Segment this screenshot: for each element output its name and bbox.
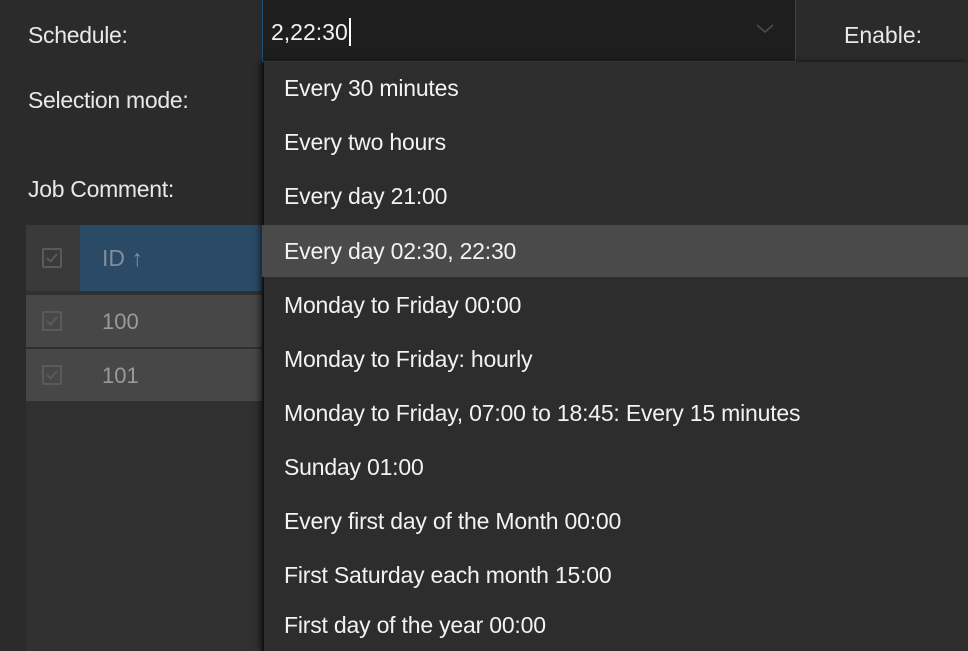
column-header-id[interactable]: ID ↑ [80,225,266,291]
checkbox-checked-icon[interactable] [42,248,62,268]
table-row[interactable]: 100 [26,295,266,347]
schedule-combobox[interactable]: 2,22:30 [262,0,796,62]
dropdown-option[interactable]: Monday to Friday: hourly [262,333,968,385]
schedule-input-value: 2,22:30 [271,18,348,45]
dropdown-option[interactable]: First day of the year 00:00 [262,599,968,651]
dropdown-option[interactable]: Every 30 minutes [262,62,968,114]
job-comment-label: Job Comment: [28,176,174,202]
selection-mode-label: Selection mode: [28,87,189,113]
row-id: 101 [102,363,139,388]
enable-label: Enable: [844,22,923,48]
text-caret [348,18,351,46]
column-header-id-label: ID ↑ [102,245,143,271]
select-all-cell[interactable] [26,225,80,291]
checkbox-checked-icon[interactable] [42,365,62,385]
dropdown-option[interactable]: Monday to Friday, 07:00 to 18:45: Every … [262,387,968,439]
schedule-input[interactable]: 2,22:30 [271,18,351,46]
schedule-job-dialog: Schedule: Selection mode: Job Comment: 2… [0,0,968,651]
table-row[interactable]: 101 [26,349,266,401]
dropdown-option[interactable]: Every first day of the Month 00:00 [262,495,968,547]
checkbox-checked-icon[interactable] [42,311,62,331]
dropdown-option[interactable]: First Saturday each month 15:00 [262,549,968,601]
dropdown-option[interactable]: Monday to Friday 00:00 [262,279,968,331]
dropdown-option[interactable]: Every two hours [262,116,968,168]
row-id: 100 [102,309,139,334]
table-header: ID ↑ [26,225,266,291]
schedule-dropdown-list: Every 30 minutes Every two hours Every d… [262,62,968,651]
dropdown-option-selected[interactable]: Every day 02:30, 22:30 [262,225,968,277]
dropdown-option[interactable]: Sunday 01:00 [262,441,968,493]
jobs-table: ID ↑ 100 101 [26,225,266,651]
dropdown-option[interactable]: Every day 21:00 [262,170,968,222]
chevron-down-icon[interactable] [755,22,775,36]
schedule-label: Schedule: [28,22,128,48]
